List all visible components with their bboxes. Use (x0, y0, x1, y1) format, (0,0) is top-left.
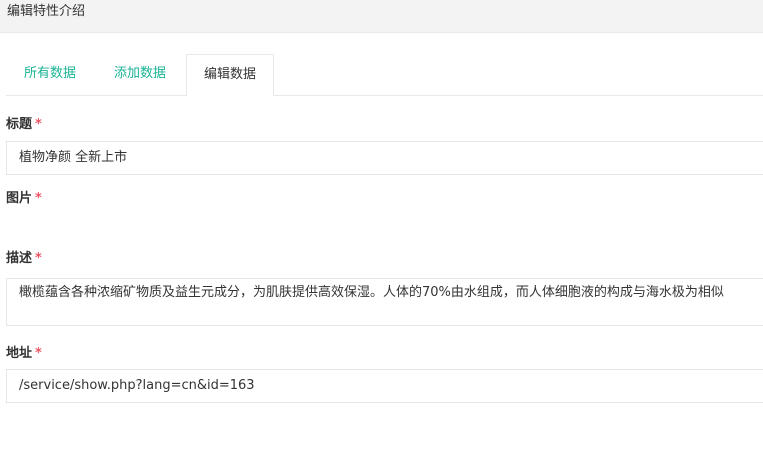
image-field-label: 图片 * (6, 191, 42, 207)
description-field-label: 描述 * (6, 251, 42, 267)
url-field-label: 地址 * (6, 346, 42, 362)
required-marker: * (35, 191, 42, 206)
required-marker: * (35, 251, 42, 266)
required-marker: * (35, 346, 42, 361)
tab-edit-data[interactable]: 编辑数据 (186, 54, 274, 97)
title-field-label: 标题 * (6, 117, 42, 133)
page-header: 编辑特性介绍 (0, 0, 763, 33)
url-input[interactable]: /service/show.php?lang=cn&id=163 (6, 369, 763, 403)
tab-add-data[interactable]: 添加数据 (96, 54, 184, 96)
url-label-text: 地址 (6, 346, 33, 361)
image-label-text: 图片 (6, 191, 33, 206)
title-input[interactable]: 植物净颜 全新上市 (6, 141, 763, 175)
title-label-text: 标题 (6, 117, 33, 132)
description-textarea[interactable]: 橄榄蕴含各种浓缩矿物质及益生元成分，为肌肤提供高效保湿。人体的70%由水组成，而… (6, 278, 763, 326)
tab-bar: 所有数据 添加数据 编辑数据 (6, 54, 763, 97)
required-marker: * (35, 117, 42, 132)
page-title: 编辑特性介绍 (7, 4, 86, 19)
tab-all-data[interactable]: 所有数据 (6, 54, 94, 96)
description-label-text: 描述 (6, 251, 33, 266)
